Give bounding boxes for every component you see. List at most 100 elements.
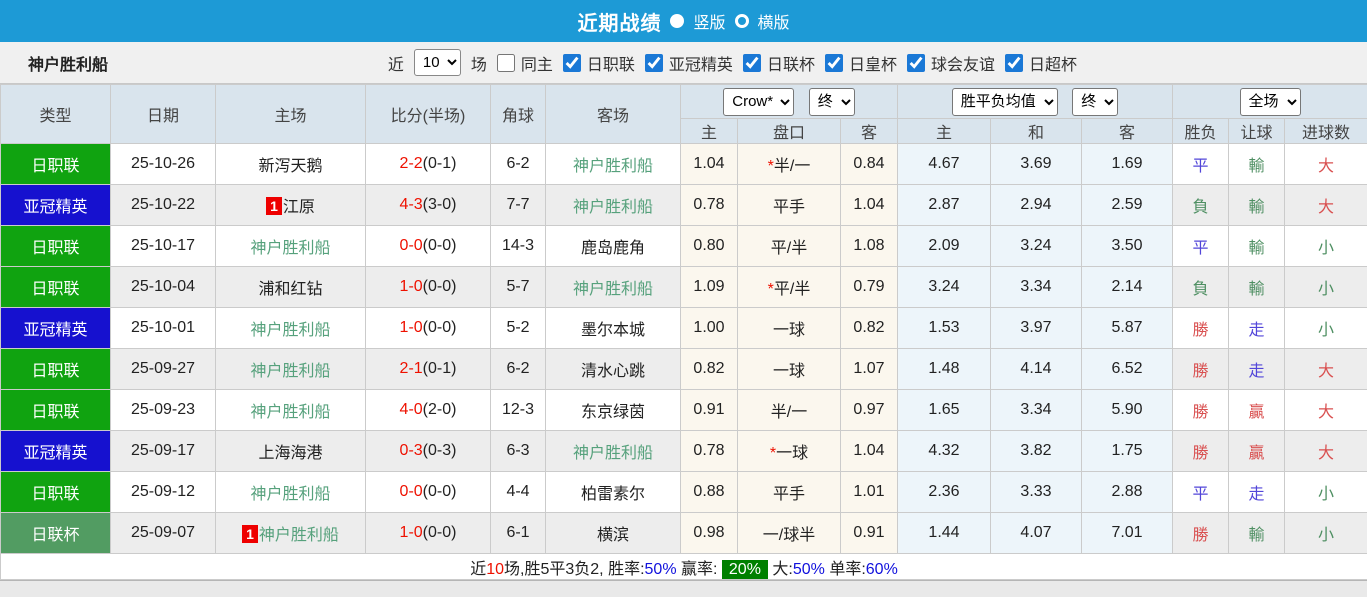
company-select[interactable]: Crow*	[723, 88, 794, 116]
match-date: 25-09-23	[111, 390, 216, 431]
handicap-result-cell: 贏	[1229, 390, 1285, 431]
league-label-jleague: 日职联	[587, 51, 635, 75]
avg-select-group: 胜平负均值 终	[898, 85, 1173, 119]
summary-profit-label: 赢率:	[677, 561, 718, 578]
league-label-emperorcup: 日皇杯	[849, 51, 897, 75]
avg-away: 2.14	[1082, 267, 1173, 308]
home-team: 神户胜利船	[216, 472, 366, 513]
handicap-result-cell: 走	[1229, 349, 1285, 390]
avg-home: 1.65	[898, 390, 991, 431]
odds-home: 1.09	[681, 267, 738, 308]
col-header-away: 客场	[546, 85, 681, 144]
league-label-jleaguecup: 日联杯	[767, 51, 815, 75]
avg-draw: 3.82	[991, 431, 1082, 472]
avg-draw: 3.34	[991, 267, 1082, 308]
match-date: 25-10-26	[111, 144, 216, 185]
summary-prefix: 近	[470, 561, 486, 578]
goals-cell: 小	[1285, 513, 1367, 554]
avg-away: 7.01	[1082, 513, 1173, 554]
subcol-result: 胜负	[1173, 119, 1229, 144]
col-header-home: 主场	[216, 85, 366, 144]
subcol-avg-draw: 和	[991, 119, 1082, 144]
odds-home: 0.82	[681, 349, 738, 390]
match-score: 0-3(0-3)	[366, 431, 491, 472]
handicap-result-cell: 輸	[1229, 513, 1285, 554]
match-row: 日职联 25-10-04 浦和红钻 1-0(0-0) 5-7 神户胜利船 1.0…	[1, 267, 1367, 308]
league-checkbox-jleaguecup[interactable]	[743, 54, 761, 72]
match-type: 亚冠精英	[1, 185, 111, 226]
home-team: 1江原	[216, 185, 366, 226]
handicap-line: *一球	[738, 431, 841, 472]
match-row: 日职联 25-10-26 新泻天鹅 2-2(0-1) 6-2 神户胜利船 1.0…	[1, 144, 1367, 185]
match-count-select[interactable]: 10	[414, 49, 461, 76]
avg-state-select[interactable]: 终	[1072, 88, 1118, 116]
corner-score: 7-7	[491, 185, 546, 226]
result-cell: 勝	[1173, 431, 1229, 472]
avg-draw: 3.24	[991, 226, 1082, 267]
match-row: 日职联 25-09-23 神户胜利船 4-0(2-0) 12-3 东京绿茵 0.…	[1, 390, 1367, 431]
avg-draw: 3.33	[991, 472, 1082, 513]
league-checkbox-supercup[interactable]	[1005, 54, 1023, 72]
result-cell: 負	[1173, 185, 1229, 226]
odds-away: 0.97	[841, 390, 898, 431]
odds-away: 0.79	[841, 267, 898, 308]
avg-select[interactable]: 胜平负均值	[952, 88, 1058, 116]
handicap-line: 一球	[738, 349, 841, 390]
league-checkbox-emperorcup[interactable]	[825, 54, 843, 72]
league-label-supercup: 日超杯	[1029, 51, 1077, 75]
summary-win-rate: 50%	[645, 561, 677, 578]
odds-away: 0.84	[841, 144, 898, 185]
league-checkbox-friendly[interactable]	[907, 54, 925, 72]
handicap-line: 一/球半	[738, 513, 841, 554]
match-type: 亚冠精英	[1, 308, 111, 349]
results-table: 类型 日期 主场 比分(半场) 角球 客场 Crow* 终 胜平负均值 终 全场…	[0, 84, 1367, 580]
horizontal-radio[interactable]	[735, 14, 749, 28]
match-score: 0-0(0-0)	[366, 226, 491, 267]
bottom-strip	[0, 580, 1367, 597]
avg-draw: 3.69	[991, 144, 1082, 185]
company-state-select[interactable]: 终	[809, 88, 855, 116]
handicap-line: 平手	[738, 472, 841, 513]
match-score: 1-0(0-0)	[366, 308, 491, 349]
goals-cell: 大	[1285, 431, 1367, 472]
match-type: 日职联	[1, 390, 111, 431]
away-team: 神户胜利船	[546, 267, 681, 308]
subcol-handicap-result: 让球	[1229, 119, 1285, 144]
match-row: 日职联 25-10-17 神户胜利船 0-0(0-0) 14-3 鹿岛鹿角 0.…	[1, 226, 1367, 267]
goals-cell: 大	[1285, 185, 1367, 226]
away-team: 清水心跳	[546, 349, 681, 390]
subcol-handicap: 盘口	[738, 119, 841, 144]
handicap-result-cell: 輸	[1229, 267, 1285, 308]
goals-cell: 小	[1285, 267, 1367, 308]
scope-select[interactable]: 全场	[1240, 88, 1301, 116]
summary-single-label: 单率:	[825, 561, 866, 578]
title-bar: 近期战绩 竖版 横版	[0, 0, 1367, 42]
handicap-result-cell: 走	[1229, 308, 1285, 349]
league-checkbox-jleague[interactable]	[563, 54, 581, 72]
vertical-radio-selected[interactable]	[670, 14, 684, 28]
avg-home: 2.36	[898, 472, 991, 513]
same-home-checkbox[interactable]	[497, 54, 515, 72]
avg-draw: 2.94	[991, 185, 1082, 226]
corner-score: 5-2	[491, 308, 546, 349]
match-date: 25-09-12	[111, 472, 216, 513]
page-title: 近期战绩	[577, 7, 661, 36]
home-team: 神户胜利船	[216, 226, 366, 267]
summary-single-rate: 60%	[866, 561, 898, 578]
match-type: 日职联	[1, 349, 111, 390]
match-date: 25-10-22	[111, 185, 216, 226]
odds-away: 1.08	[841, 226, 898, 267]
avg-home: 1.44	[898, 513, 991, 554]
avg-away: 1.69	[1082, 144, 1173, 185]
odds-home: 0.88	[681, 472, 738, 513]
subcol-avg-away: 客	[1082, 119, 1173, 144]
col-header-date: 日期	[111, 85, 216, 144]
subcol-odds-away: 客	[841, 119, 898, 144]
summary-profit-rate: 20%	[722, 560, 768, 579]
vertical-radio-label[interactable]: 竖版	[693, 9, 725, 33]
match-row: 日联杯 25-09-07 1神户胜利船 1-0(0-0) 6-1 横滨 0.98…	[1, 513, 1367, 554]
avg-draw: 4.14	[991, 349, 1082, 390]
avg-home: 2.87	[898, 185, 991, 226]
horizontal-radio-label[interactable]: 横版	[758, 9, 790, 33]
league-checkbox-acl[interactable]	[645, 54, 663, 72]
